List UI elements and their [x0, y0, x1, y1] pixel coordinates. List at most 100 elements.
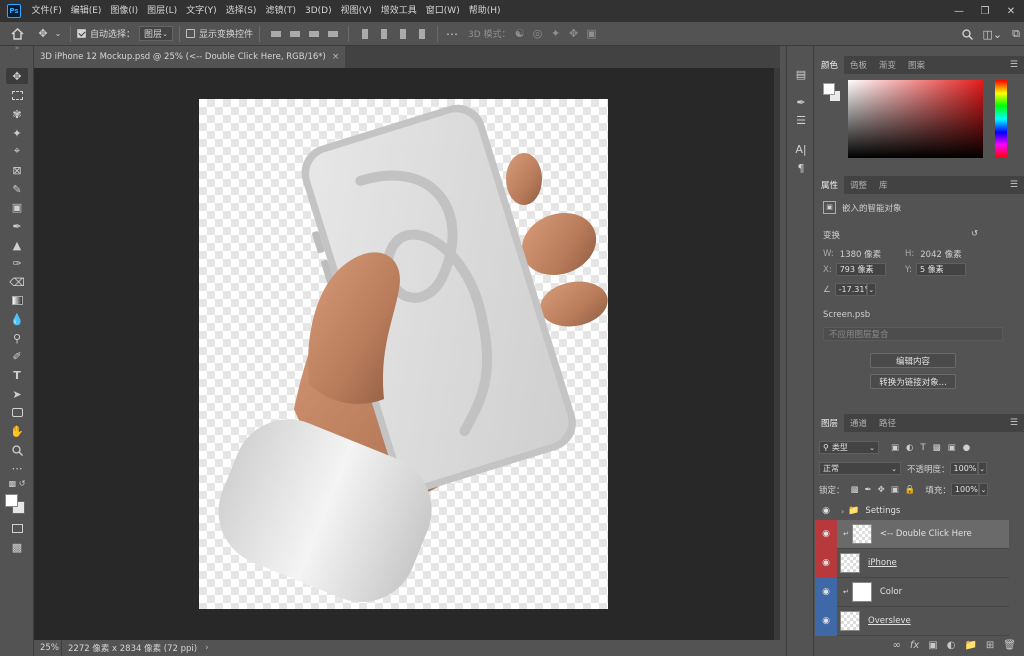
tab-patterns[interactable]: 图案 [902, 56, 931, 74]
align-hleft-icon[interactable] [357, 26, 372, 42]
adjustment-layer-icon[interactable]: ◐ [947, 640, 956, 651]
close-tab-icon[interactable]: × [332, 52, 340, 62]
3d-camera-icon[interactable]: ▣ [583, 22, 601, 46]
color-hue-slider[interactable] [995, 80, 1007, 158]
auto-select-target-dropdown[interactable]: 图层 ⌄ [139, 26, 174, 41]
history-brush-tool-icon[interactable]: ✑ [6, 255, 28, 271]
add-mask-icon[interactable]: ▣ [928, 640, 937, 651]
quick-mask-icon[interactable] [6, 520, 28, 536]
blur-tool-icon[interactable]: 💧 [6, 311, 28, 327]
align-bottom-icon[interactable] [306, 26, 321, 42]
marquee-tool-icon[interactable] [6, 87, 28, 103]
show-transform-option[interactable]: 显示变换控件 [186, 27, 253, 40]
align-hdistribute-icon[interactable] [414, 26, 429, 42]
tab-layers[interactable]: 图层 [815, 414, 845, 432]
layer-filter-dropdown[interactable]: ⚲ 类型 ⌄ [819, 441, 879, 454]
menu-view[interactable]: 视图(V) [336, 0, 376, 22]
crop-tool-icon[interactable]: ⌖ [6, 143, 28, 159]
fill-input[interactable]: 100% [950, 483, 979, 496]
tab-adjustments[interactable]: 调整 [844, 176, 873, 194]
eyedropper-tool-icon[interactable]: ✎ [6, 181, 28, 197]
search-icon[interactable] [961, 22, 973, 46]
height-value[interactable]: 2042 像素 [920, 248, 961, 260]
delete-layer-icon[interactable]: 🗑 [1003, 640, 1016, 651]
layer-color[interactable]: ◉ ↵ Color [815, 577, 1009, 607]
menu-select[interactable]: 选择(S) [221, 0, 261, 22]
color-foreground-swatch[interactable] [823, 83, 835, 95]
reset-transform-icon[interactable]: ↺ [971, 229, 978, 239]
show-transform-checkbox[interactable] [186, 29, 196, 38]
menu-help[interactable]: 帮助(H) [464, 0, 505, 22]
paragraph-panel-icon[interactable]: ¶ [793, 160, 809, 176]
visibility-eye-icon[interactable]: ◉ [815, 577, 837, 607]
swap-colors-icon[interactable]: ▩ ↺ [6, 478, 28, 488]
3d-pan-icon[interactable]: ✦ [547, 22, 565, 46]
zoom-tool-icon[interactable] [6, 442, 28, 458]
visibility-eye-icon[interactable]: ◉ [815, 503, 837, 519]
collapse-toolbar-icon[interactable]: » [6, 44, 28, 52]
chevron-down-icon[interactable]: ⌄ [977, 462, 987, 475]
menu-window[interactable]: 窗口(W) [421, 0, 464, 22]
3d-orbit-icon[interactable]: ☯ [511, 22, 529, 46]
tab-channels[interactable]: 通道 [844, 414, 873, 432]
align-hcenter-icon[interactable] [376, 26, 391, 42]
hand-tool-icon[interactable]: ✋ [6, 423, 28, 439]
lasso-tool-icon[interactable]: ✾ [6, 106, 28, 122]
visibility-eye-icon[interactable]: ◉ [815, 548, 837, 578]
align-top-icon[interactable] [268, 26, 283, 42]
3d-roll-icon[interactable]: ◎ [529, 22, 547, 46]
document-canvas[interactable] [199, 99, 608, 609]
menu-file[interactable]: 文件(F) [27, 0, 66, 22]
stamp-tool-icon[interactable]: ▲ [6, 237, 28, 253]
foreground-color-swatch[interactable] [5, 494, 18, 507]
layer-group-settings[interactable]: ◉ › 📁 Settings [815, 503, 1009, 519]
edit-toolbar-icon[interactable]: ⋯ [6, 460, 28, 476]
convert-to-linked-button[interactable]: 转换为链接对象... [870, 374, 956, 389]
home-icon[interactable] [0, 22, 34, 46]
blend-mode-dropdown[interactable]: 正常 ⌄ [819, 462, 901, 475]
close-window-button[interactable]: ✕ [998, 0, 1024, 22]
chevron-down-icon[interactable]: ⌄ [978, 483, 988, 496]
brush-panel-icon[interactable]: ✒ [793, 94, 809, 110]
align-vcenter-icon[interactable] [287, 26, 302, 42]
healing-brush-tool-icon[interactable]: ▣ [6, 199, 28, 215]
minimize-button[interactable]: — [946, 0, 972, 22]
edit-contents-button[interactable]: 编辑内容 [870, 353, 956, 368]
layer-iphone[interactable]: ◉ iPhone [815, 548, 1009, 578]
tool-preset-chevron-icon[interactable]: ⌄ [52, 22, 64, 46]
new-layer-icon[interactable]: ⊞ [986, 640, 994, 651]
status-menu-arrow-icon[interactable]: › [205, 643, 208, 653]
x-input[interactable]: 793 像素 [835, 263, 886, 276]
chevron-down-icon[interactable]: ⌄ [866, 283, 876, 296]
angle-input[interactable]: -17.31° [834, 283, 868, 296]
path-selection-tool-icon[interactable]: ➤ [6, 386, 28, 402]
adjustments-panel-icon[interactable]: ☰ [793, 112, 809, 128]
link-layers-icon[interactable]: ∞ [892, 640, 900, 651]
character-panel-icon[interactable]: A| [793, 141, 809, 157]
tab-properties[interactable]: 属性 [815, 176, 845, 194]
auto-select-option[interactable]: 自动选择： [77, 27, 135, 40]
pen-tool-icon[interactable]: ✐ [6, 348, 28, 364]
expand-chevron-icon[interactable]: › [841, 507, 844, 516]
align-left-icon[interactable] [325, 26, 340, 42]
menu-edit[interactable]: 编辑(E) [66, 0, 106, 22]
maximize-button[interactable]: ❐ [972, 0, 998, 22]
menu-3d[interactable]: 3D(D) [300, 0, 336, 22]
menu-plugins[interactable]: 增效工具 [376, 0, 421, 22]
panel-menu-icon[interactable]: ☰ [1010, 414, 1018, 432]
more-options-icon[interactable]: ⋯ [444, 22, 460, 46]
layer-style-icon[interactable]: fx [910, 640, 919, 651]
rectangle-tool-icon[interactable] [6, 404, 28, 420]
layer-filter-icons[interactable]: ▣◐T▩▣● [891, 443, 977, 453]
tab-gradients[interactable]: 渐变 [873, 56, 902, 74]
color-saturation-field[interactable] [848, 80, 983, 158]
panel-menu-icon[interactable]: ☰ [1010, 176, 1018, 194]
zoom-level[interactable]: 25% [34, 640, 62, 656]
type-tool-icon[interactable]: T [6, 367, 28, 383]
tab-libraries[interactable]: 库 [873, 176, 894, 194]
eraser-tool-icon[interactable]: ⌫ [6, 274, 28, 290]
magic-wand-tool-icon[interactable]: ✦ [6, 125, 28, 141]
menu-layer[interactable]: 图层(L) [143, 0, 182, 22]
align-hright-icon[interactable] [395, 26, 410, 42]
tab-paths[interactable]: 路径 [873, 414, 902, 432]
